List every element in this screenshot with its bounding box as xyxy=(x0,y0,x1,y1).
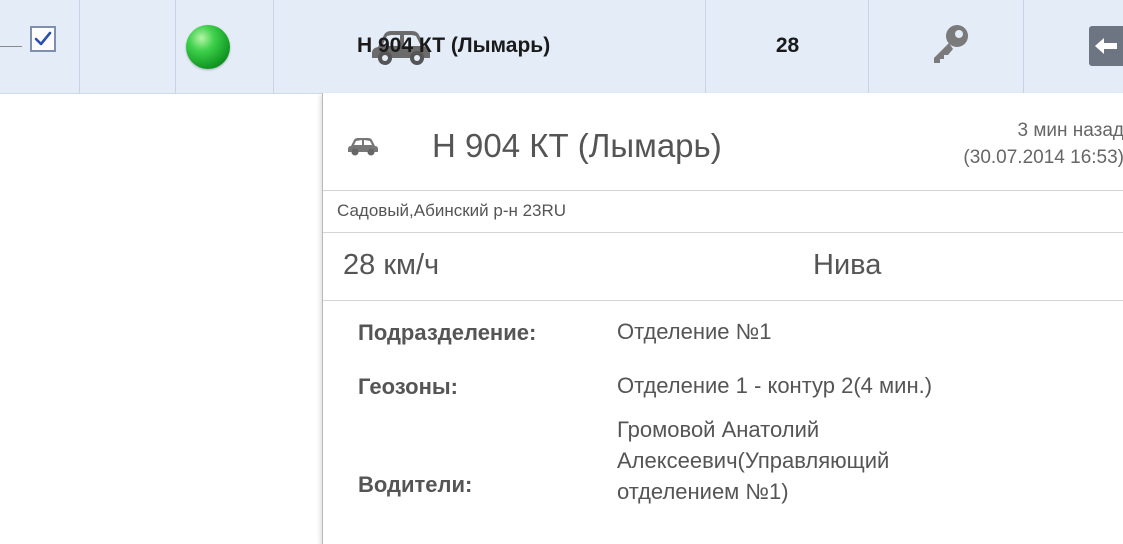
speed-value: 28 xyxy=(775,34,800,57)
vehicle-name-cell[interactable]: Н 904 КТ (Лымарь) xyxy=(274,0,706,93)
vehicle-model: Нива xyxy=(813,249,882,281)
row-checkbox[interactable] xyxy=(30,26,56,52)
driver-line: Алексеевич(Управляющий xyxy=(617,448,890,473)
division-value: Отделение №1 xyxy=(617,319,772,344)
last-update-ago: 3 мин назад xyxy=(1017,120,1123,141)
popup-vehicle-title: Н 904 КТ (Лымарь) xyxy=(432,127,722,164)
status-cell xyxy=(80,0,230,93)
car-icon xyxy=(347,136,379,161)
checkmark-icon xyxy=(34,31,52,46)
popup-speed: 28 км/ч xyxy=(343,249,440,281)
popup-header: Н 904 КТ (Лымарь) 3 мин назад (30.07.201… xyxy=(323,93,1123,191)
divider xyxy=(323,232,1123,233)
geozones-label: Геозоны: xyxy=(358,374,458,399)
geozones-value: Отделение 1 - контур 2(4 мин.) xyxy=(617,373,933,398)
driver-line: Громовой Анатолий xyxy=(617,417,820,442)
vehicle-type-cell xyxy=(176,0,430,93)
vehicle-address: Садовый,Абинский р-н 23RU xyxy=(337,201,567,220)
vehicle-info-popup: Н 904 КТ (Лымарь) 3 мин назад (30.07.201… xyxy=(322,93,1123,544)
key-icon[interactable] xyxy=(928,20,974,71)
drivers-value: Громовой Анатолий Алексеевич(Управляющий… xyxy=(617,414,1117,507)
row-select-cell xyxy=(0,0,80,93)
last-update-datetime: (30.07.2014 16:53) xyxy=(963,147,1123,168)
key-cell[interactable] xyxy=(869,0,1024,93)
vehicle-row[interactable]: Н 904 КТ (Лымарь) 28 xyxy=(0,0,1123,94)
action-cell[interactable] xyxy=(1024,0,1123,93)
vehicle-name: Н 904 КТ (Лымарь) xyxy=(357,34,551,57)
speed-cell: 28 xyxy=(706,0,869,93)
arrow-left-icon[interactable] xyxy=(1089,26,1123,66)
drivers-label: Водители: xyxy=(358,472,473,497)
driver-line: отделением №1) xyxy=(617,479,789,504)
division-label: Подразделение: xyxy=(358,320,537,345)
divider xyxy=(323,300,1123,301)
divider xyxy=(323,190,1123,191)
